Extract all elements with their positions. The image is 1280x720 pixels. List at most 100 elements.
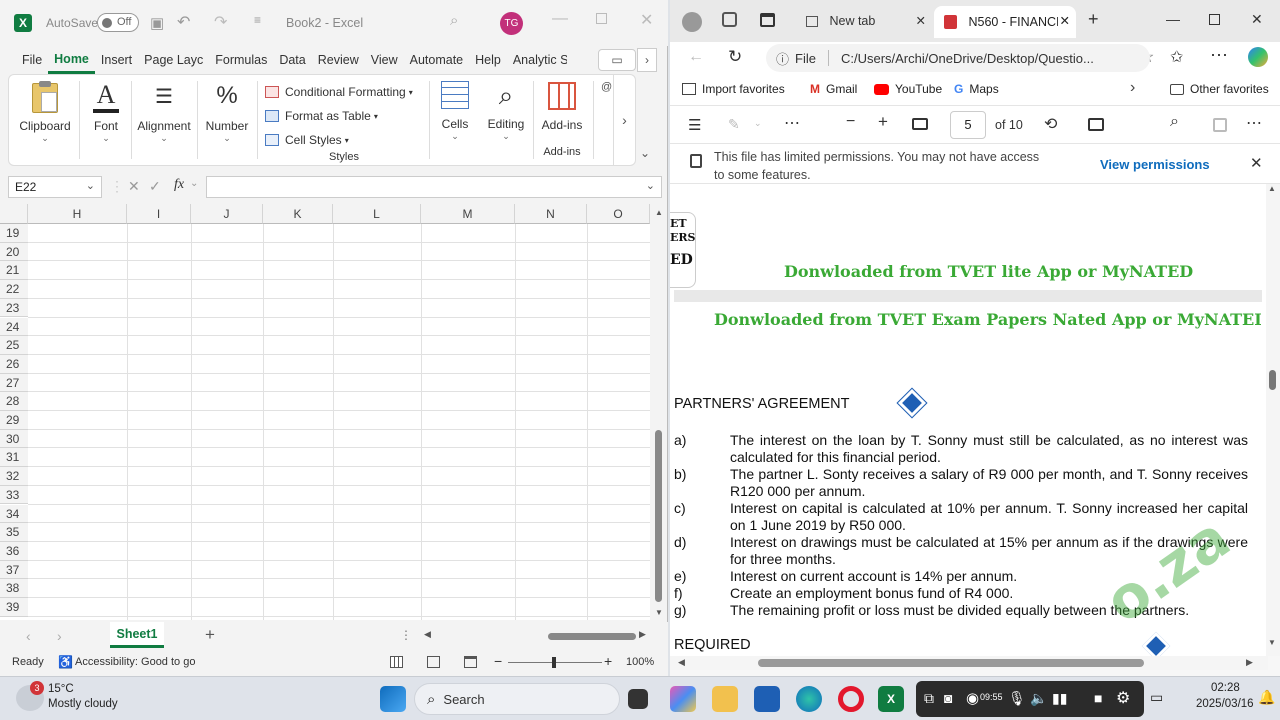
record-icon[interactable]: ◉ [966,689,979,707]
maximize-icon[interactable] [596,13,607,24]
fit-page-icon[interactable] [912,118,928,130]
weather-icon[interactable]: 3 [16,681,44,711]
row-header[interactable]: 30 [0,429,28,449]
cell-styles-button[interactable]: Cell Styles ▾ [265,131,425,149]
view-permissions-link[interactable]: View permissions [1100,157,1210,172]
copilot-app-icon[interactable] [670,686,696,712]
edge-app-icon[interactable] [796,686,822,712]
scroll-down-icon[interactable]: ▼ [1268,638,1276,647]
browser-tab-pdf[interactable]: N560 - FINANCIAL ✕ [934,6,1076,38]
store-icon[interactable] [754,686,780,712]
row-header[interactable]: 23 [0,298,28,318]
row-header[interactable]: 34 [0,504,28,524]
autosave-toggle[interactable]: Off [97,13,139,32]
ribbon-scroll-right-icon[interactable]: › [613,75,635,165]
more-options-icon[interactable]: ⋯ [1246,113,1262,133]
weather-text[interactable]: Mostly cloudy [48,698,118,710]
more-favorites-icon[interactable]: › [1130,79,1135,97]
close-icon[interactable]: ✕ [640,10,653,30]
scroll-down-icon[interactable]: ▼ [655,608,663,617]
row-header[interactable]: 28 [0,392,28,411]
pdf-vertical-scrollbar[interactable]: ▲ ▼ [1266,184,1280,656]
page-break-view-icon[interactable] [464,656,477,668]
close-tab-icon[interactable]: ✕ [916,13,926,28]
contents-icon[interactable]: ☰ [688,116,701,134]
snip-icon[interactable]: ⧉ [924,690,934,707]
add-sheet-icon[interactable]: + [205,625,215,645]
tab-home[interactable]: Home [48,46,95,74]
maximize-icon[interactable] [1209,14,1220,25]
save-icon[interactable] [1213,118,1227,132]
tab-file[interactable]: File [16,46,48,74]
minimize-icon[interactable]: — [552,10,568,28]
favorite-gmail[interactable]: M Gmail [810,82,857,96]
tab-insert[interactable]: Insert [95,46,138,74]
row-header[interactable]: 31 [0,448,28,468]
search-icon[interactable]: ⌕ [1170,113,1179,131]
row-header[interactable]: 36 [0,541,28,561]
vertical-scroll-thumb[interactable] [655,430,662,602]
column-header[interactable]: M [421,204,515,224]
zoom-in-icon[interactable]: + [878,112,888,132]
microphone-icon[interactable]: 🎙 [1008,690,1026,707]
status-accessibility[interactable]: Accessibility: Good to go [75,656,195,668]
tab-automate[interactable]: Automate [404,46,470,74]
new-tab-icon[interactable]: + [1088,9,1099,30]
settings-more-icon[interactable]: ⋯ [1210,45,1228,66]
page-number-input[interactable]: 5 [950,111,986,139]
row-header[interactable]: 32 [0,467,28,486]
row-header[interactable]: 38 [0,579,28,598]
close-banner-icon[interactable]: ✕ [1250,154,1263,172]
zoom-level[interactable]: 100% [626,656,654,668]
row-header[interactable]: 19 [0,224,28,243]
column-header[interactable]: O [587,204,650,224]
start-icon[interactable] [380,686,406,712]
expand-formula-icon[interactable]: ⌄ [646,179,655,192]
spreadsheet-grid[interactable]: H I J K L M N O 19 20 21 22 23 24 25 26 27 28 29 30… [0,204,650,620]
scroll-up-icon[interactable]: ▲ [1268,184,1276,193]
other-favorites[interactable]: Other favorites [1170,82,1269,96]
column-header[interactable]: N [515,204,587,224]
tab-formulas[interactable]: Formulas [209,46,273,74]
column-header[interactable]: H [28,204,127,224]
editing-group[interactable]: ⌕ Editing ⌄ [481,75,531,165]
zoom-in-icon[interactable]: + [604,653,612,669]
confirm-formula-icon[interactable]: ✓ [149,178,161,195]
taskbar-search[interactable]: ⌕ Search [414,683,620,715]
copilot-icon[interactable] [1248,47,1268,67]
column-header[interactable]: L [333,204,421,224]
sheet-next-icon[interactable]: › [57,628,62,644]
vertical-scrollbar[interactable]: ▲ ▼ [652,204,666,620]
favorite-youtube[interactable]: YouTube [874,82,942,96]
number-group[interactable]: % Number ⌄ [199,75,255,165]
opera-icon[interactable] [838,686,864,712]
clock-time[interactable]: 02:28 [1211,682,1240,694]
highlight-icon[interactable]: ✎ [728,116,740,133]
tabs-scroll-right-icon[interactable]: › [637,48,657,72]
formula-bar-input[interactable]: ⌄ [206,176,662,198]
row-header[interactable]: 26 [0,354,28,374]
task-view-icon[interactable] [628,689,648,709]
zoom-out-icon[interactable]: − [846,113,855,131]
name-box[interactable]: E22 ⌄ [8,176,102,198]
cells-group[interactable]: Cells ⌄ [431,75,479,165]
row-header[interactable]: 29 [0,411,28,430]
alignment-group[interactable]: ☰ Alignment ⌄ [133,75,195,165]
gear-icon[interactable]: ⚙ [1116,688,1130,708]
tab-view[interactable]: View [365,46,404,74]
row-header[interactable]: 39 [0,598,28,617]
column-header[interactable]: J [191,204,263,224]
notification-bell-icon[interactable]: 🔔 [1258,689,1275,706]
column-header[interactable]: I [127,204,191,224]
user-avatar[interactable]: TG [500,12,523,35]
chevron-down-icon[interactable]: ⌄ [754,118,762,129]
tab-analytic-solver[interactable]: Analytic Sc [507,46,567,74]
cancel-formula-icon[interactable]: ✕ [128,178,140,195]
save-icon[interactable]: ▣ [150,14,164,32]
battery-icon[interactable]: ▭ [1150,689,1163,706]
pdf-page[interactable]: ET ERS ED Donwloaded from TVET lite App … [670,184,1268,656]
browser-tab-new-tab[interactable]: New tab ✕ [796,6,932,38]
format-as-table-button[interactable]: Format as Table ▾ [265,107,425,125]
customize-toolbar-icon[interactable]: ≡ [254,13,261,27]
pdf-hscroll-thumb[interactable] [758,659,1144,667]
